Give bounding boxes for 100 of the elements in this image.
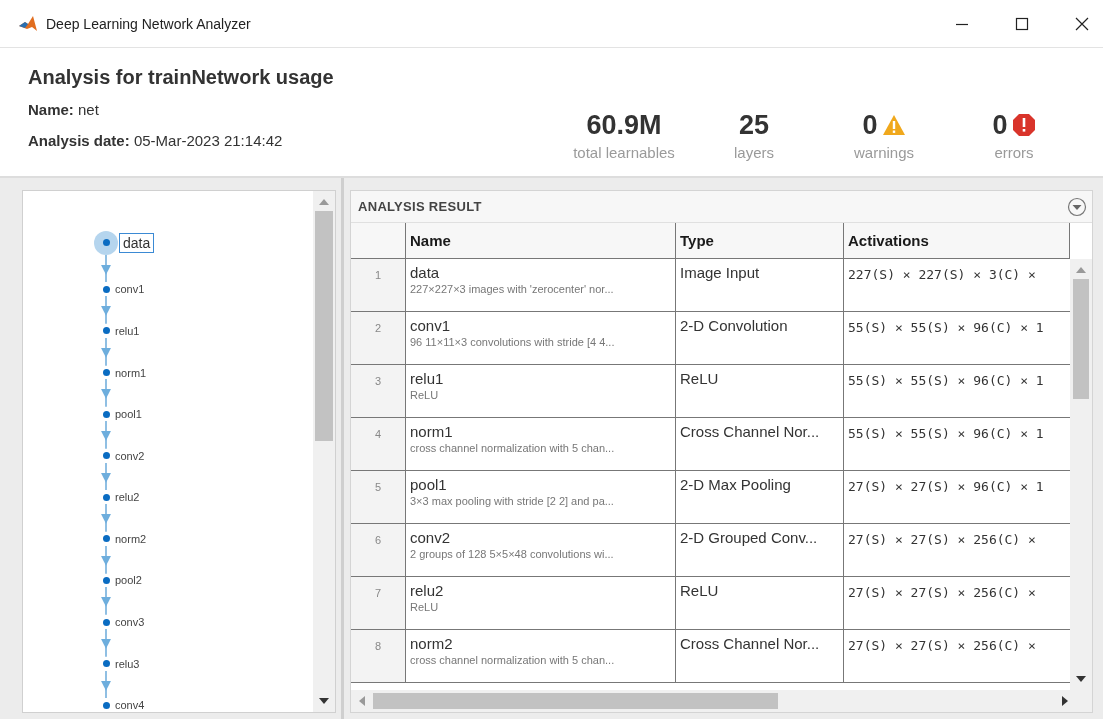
row-number: 1 [351,259,406,311]
layer-type: 2-D Convolution [680,317,788,334]
panel-title: ANALYSIS RESULT [358,199,482,214]
app-logo-icon [18,14,38,33]
activations-cell: 55(S) × 55(S) × 96(C) × 1 [848,426,1044,441]
scroll-down-icon[interactable] [1076,676,1086,682]
layer-type: ReLU [680,370,719,387]
stat-label: errors [994,144,1034,161]
layer-type: Image Input [680,264,760,281]
dropdown-icon[interactable] [1067,196,1087,217]
edge-arrow [100,462,112,491]
edge-arrow [100,587,112,616]
layer-node-dot[interactable] [102,369,110,377]
analysis-title: Analysis for trainNetwork usage [28,66,334,89]
row-number: 8 [351,630,406,682]
layer-node-label[interactable]: relu3 [115,657,140,670]
activations-cell: 55(S) × 55(S) × 96(C) × 1 [848,320,1044,335]
horizontal-scrollbar[interactable] [351,690,1092,712]
date-label: Analysis date: [28,132,130,149]
layer-node-dot[interactable] [102,327,110,335]
layer-node-label[interactable]: conv1 [115,283,145,296]
column-header[interactable]: Name [406,223,676,258]
edge-arrow [100,628,112,657]
error-icon [1011,113,1036,137]
layer-node-dot[interactable] [102,618,110,626]
scrollbar-thumb[interactable] [1073,279,1089,399]
layer-node-label[interactable]: conv2 [115,449,145,462]
row-number: 6 [351,524,406,576]
row-number: 2 [351,312,406,364]
layer-node-label[interactable]: pool1 [115,408,142,421]
stat-value: 0 [992,109,1008,141]
scroll-down-icon[interactable] [319,698,329,704]
layer-description: 227×227×3 images with 'zerocenter' nor... [410,283,615,295]
layer-description: cross channel normalization with 5 chan... [410,442,616,454]
scrollbar-thumb[interactable] [315,211,333,441]
scrollbar-thumb[interactable] [373,693,778,709]
stat-label: total learnables [573,144,675,161]
warning-icon [881,114,906,136]
column-header[interactable]: Activations [844,223,1070,258]
activations-cell: 55(S) × 55(S) × 96(C) × 1 [848,373,1044,388]
layer-description: cross channel normalization with 5 chan... [410,654,616,666]
layer-node-dot[interactable] [102,493,110,501]
row-number: 4 [351,418,406,470]
layer-node-dot[interactable] [102,660,110,668]
layer-node-dot[interactable] [102,452,110,460]
layer-type: ReLU [680,582,719,599]
edge-arrow [100,337,112,366]
name-label: Name: [28,101,74,118]
vertical-scrollbar[interactable] [313,191,335,712]
edge-arrow [100,545,112,574]
edge-arrow [100,504,112,532]
layer-name: relu1 [410,370,445,387]
layer-name: norm1 [410,423,454,440]
layer-node-dot[interactable] [102,410,110,418]
stat-label: warnings [854,144,914,161]
layer-node-dot[interactable] [102,701,110,709]
scroll-right-icon[interactable] [1062,696,1068,706]
layer-node-dot[interactable] [102,535,110,543]
layer-description: 3×3 max pooling with stride [2 2] and pa... [410,495,615,507]
layer-description: 96 11×11×3 convolutions with stride [4 4... [410,336,616,348]
edge-arrow [100,670,112,699]
layer-node-label[interactable]: norm1 [115,366,147,379]
stat-value: 60.9M [586,109,662,141]
layer-type: 2-D Grouped Conv... [680,529,818,546]
activations-cell: 227(S) × 227(S) × 3(C) × [848,267,1036,282]
edge-arrow [100,379,112,408]
close-icon[interactable] [1075,16,1089,31]
date-value: 05-Mar-2023 21:14:42 [133,132,283,149]
row-number: 3 [351,365,406,417]
layer-type: Cross Channel Nor... [680,423,820,440]
layer-node-label[interactable]: conv3 [115,616,145,628]
layer-name: relu2 [410,582,445,599]
layer-name: conv1 [410,317,452,334]
edge-arrow [100,421,112,449]
layer-node-label[interactable]: conv4 [115,699,145,712]
layer-node-label[interactable]: relu1 [115,324,140,337]
layer-type: Cross Channel Nor... [680,635,820,652]
activations-cell: 27(S) × 27(S) × 256(C) × [848,532,1036,547]
layer-node-dot[interactable] [102,576,110,584]
edge-arrow [100,254,112,283]
layer-node-dot[interactable] [102,239,110,247]
maximize-icon[interactable] [1015,16,1029,31]
layer-node-label[interactable]: relu2 [115,491,140,504]
row-number: 5 [351,471,406,523]
layer-name: data [410,264,441,281]
layer-description: 2 groups of 128 5×5×48 convolutions wi... [410,548,615,560]
column-header[interactable]: Type [676,223,844,258]
activations-cell: 27(S) × 27(S) × 256(C) × [848,638,1036,653]
name-value: net [78,101,99,118]
layer-node-label[interactable]: data [119,232,155,253]
vertical-scrollbar[interactable] [1070,259,1092,690]
layer-description: ReLU [410,389,440,401]
layer-node-label[interactable]: pool2 [115,574,142,587]
layer-node-label[interactable]: norm2 [115,532,147,545]
layer-name: conv2 [410,529,452,546]
layer-name: norm2 [410,635,454,652]
activations-cell: 27(S) × 27(S) × 96(C) × 1 [848,479,1044,494]
row-number: 7 [351,577,406,629]
activations-cell: 27(S) × 27(S) × 256(C) × [848,585,1036,600]
layer-node-dot[interactable] [102,285,110,293]
